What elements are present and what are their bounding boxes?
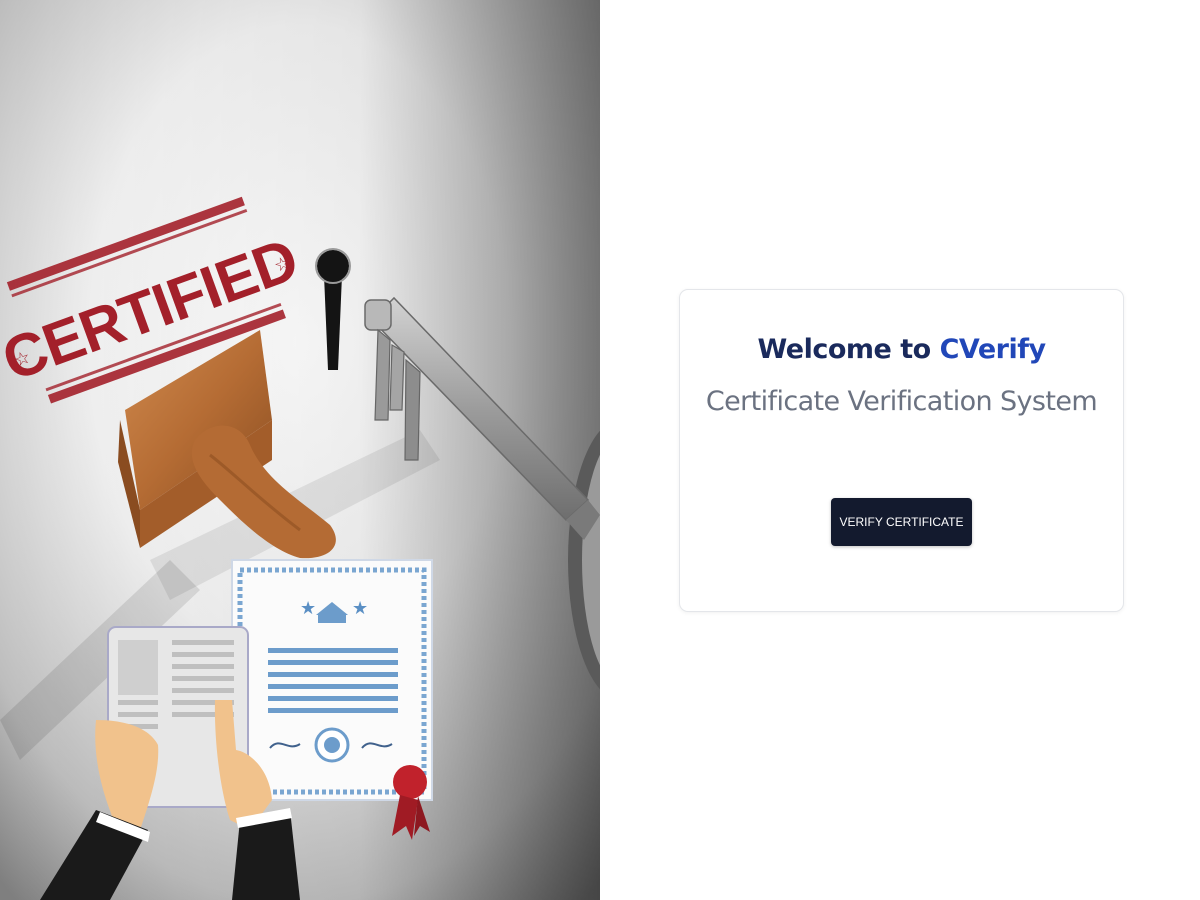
brand-name: CVerify — [939, 334, 1046, 365]
welcome-prefix: Welcome to — [757, 334, 940, 365]
svg-text:★: ★ — [352, 598, 368, 619]
right-panel: Welcome to CVerify Certificate Verificat… — [600, 0, 1200, 900]
welcome-card: Welcome to CVerify Certificate Verificat… — [679, 289, 1124, 612]
verify-certificate-button[interactable]: VERIFY CERTIFICATE — [831, 498, 972, 546]
welcome-subtitle: Certificate Verification System — [705, 386, 1098, 417]
welcome-title: Welcome to CVerify — [680, 334, 1123, 365]
svg-text:★: ★ — [300, 598, 316, 619]
hero-illustration: CERTIFIED ☆ ☆ ★ ★ — [0, 0, 600, 900]
certificate-document-icon: ★ ★ — [231, 559, 433, 801]
